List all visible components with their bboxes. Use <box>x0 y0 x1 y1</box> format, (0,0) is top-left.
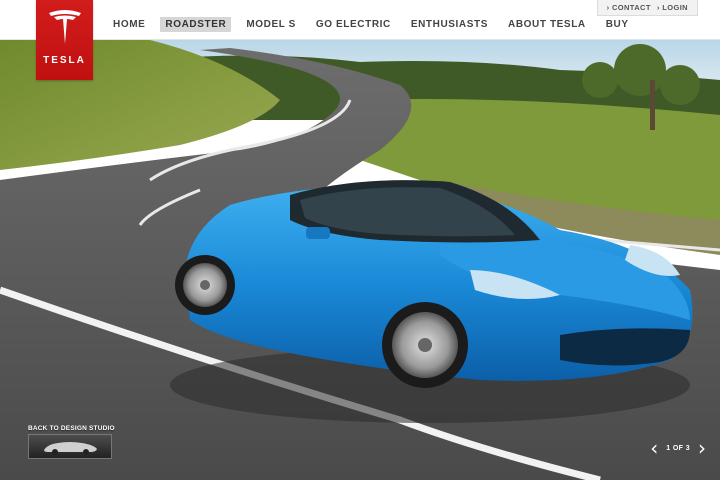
nav-item-buy[interactable]: BUY <box>601 17 634 32</box>
design-studio-thumbnail[interactable] <box>28 434 112 459</box>
back-to-design-studio[interactable]: BACK TO DESIGN STUDIO <box>28 425 115 459</box>
logo-wordmark: TESLA <box>43 55 86 66</box>
chevron-right-icon[interactable]: › <box>698 438 706 458</box>
gallery-counter: 1 OF 3 <box>666 444 690 452</box>
login-link[interactable]: › LOGIN <box>657 3 688 12</box>
tesla-logo[interactable]: TESLA <box>36 0 93 80</box>
nav-item-go-electric[interactable]: GO ELECTRIC <box>311 17 396 32</box>
chevron-left-icon[interactable]: ‹ <box>650 438 658 458</box>
gallery-pager: ‹ 1 OF 3 › <box>650 438 706 458</box>
hero-image <box>0 40 720 480</box>
nav-item-enthusiasts[interactable]: ENTHUSIASTS <box>406 17 493 32</box>
nav-item-about-tesla[interactable]: ABOUT TESLA <box>503 17 591 32</box>
nav-item-roadster[interactable]: ROADSTER <box>160 17 232 32</box>
roadster-photo <box>0 40 720 480</box>
tesla-t-icon <box>48 10 81 44</box>
nav-item-home[interactable]: HOME <box>108 17 150 32</box>
back-to-design-studio-label: BACK TO DESIGN STUDIO <box>28 425 115 432</box>
utility-links: › CONTACT › LOGIN <box>596 0 698 16</box>
car-thumbnail-icon <box>44 441 97 455</box>
contact-link[interactable]: › CONTACT <box>607 3 651 12</box>
top-header: HOME ROADSTER MODEL S GO ELECTRIC ENTHUS… <box>0 0 720 40</box>
nav-item-model-s[interactable]: MODEL S <box>241 17 301 32</box>
main-nav: HOME ROADSTER MODEL S GO ELECTRIC ENTHUS… <box>108 17 644 32</box>
